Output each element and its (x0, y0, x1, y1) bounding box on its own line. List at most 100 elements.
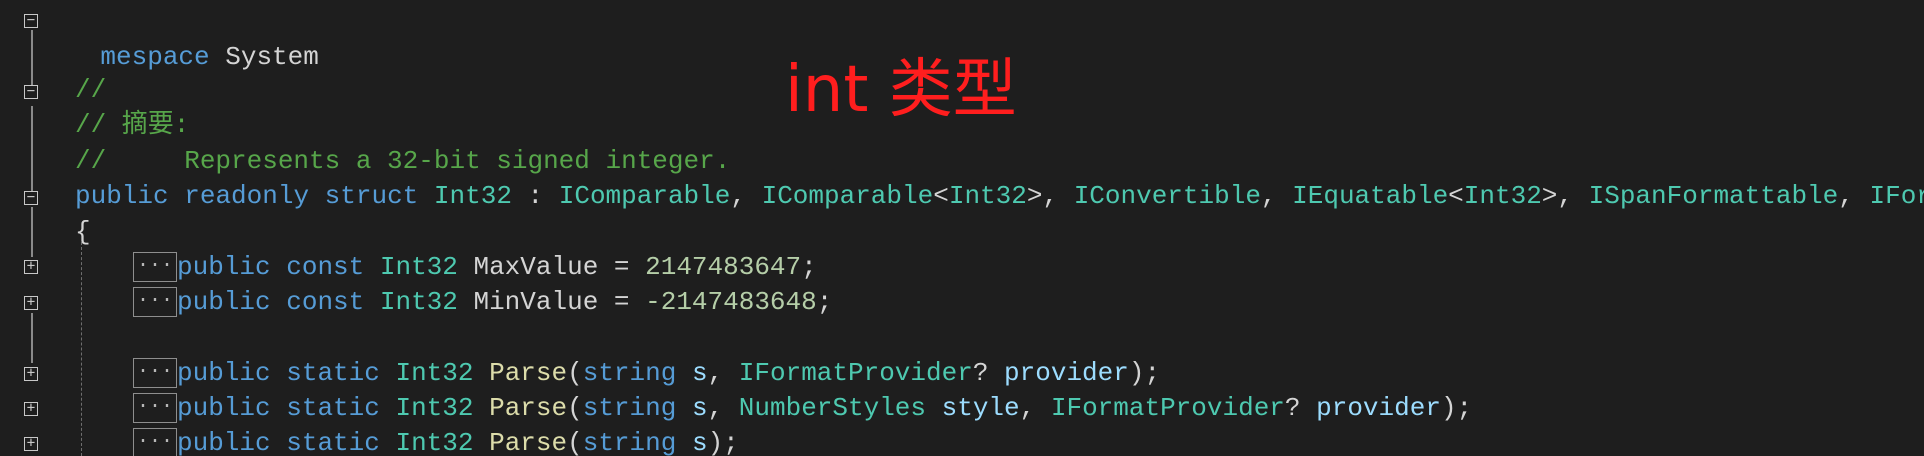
interface-name: IComparable (761, 181, 934, 211)
param-type: NumberStyles (738, 393, 927, 423)
paren: ); (1128, 358, 1161, 388)
interface-name: ISpanFormattable (1588, 181, 1839, 211)
separator: , (1260, 181, 1293, 211)
annotation-title: int 类型 (785, 53, 1017, 127)
struct-keyword: struct (324, 181, 419, 211)
semicolon: ; (816, 287, 833, 317)
code-line-comment-description[interactable]: // Represents a 32-bit signed integer. (75, 144, 730, 179)
angle-bracket: < (933, 181, 949, 211)
public-keyword: public (177, 287, 271, 317)
code-line-parse-style-provider[interactable]: ... public static Int32 Parse(string s, N… (133, 391, 1472, 426)
interface-name: IFormattable (1869, 181, 1924, 211)
paren: ( (567, 358, 583, 388)
collapse-comment-icon[interactable]: − (24, 84, 38, 99)
number-literal: 2147483647 (645, 252, 802, 282)
param-name: style (941, 393, 1020, 423)
number-literal: -2147483648 (645, 287, 817, 317)
type-argument: Int32 (948, 181, 1027, 211)
code-line-comment[interactable]: // (75, 73, 106, 108)
fold-connector (31, 313, 33, 363)
field-name: MinValue = (457, 287, 646, 317)
param-type: string (582, 393, 677, 423)
collapsed-region-marker[interactable]: ... (133, 428, 177, 456)
param-type: IFormatProvider (738, 358, 973, 388)
collapsed-region-marker[interactable]: ... (133, 393, 177, 424)
semicolon: ; (801, 252, 817, 282)
expand-parse-1-icon[interactable]: + (24, 366, 38, 381)
paren: ); (1440, 393, 1473, 423)
param-name: s (691, 428, 708, 456)
param-type: IFormatProvider (1050, 393, 1285, 423)
struct-name: Int32 (433, 181, 512, 211)
fold-connector (31, 207, 33, 257)
separator: , (1042, 181, 1074, 211)
code-line-parse-provider[interactable]: ... public static Int32 Parse(string s, I… (133, 356, 1160, 391)
type-argument: Int32 (1463, 181, 1542, 211)
indent-guide (81, 242, 82, 456)
param-type: string (582, 358, 677, 388)
namespace-keyword: mespace (100, 42, 210, 72)
angle-bracket: < (1448, 181, 1464, 211)
interface-name: IConvertible (1073, 181, 1261, 211)
method-name: Parse (489, 358, 568, 388)
static-keyword: static (286, 393, 380, 423)
collapsed-region-marker[interactable]: ... (133, 287, 177, 318)
code-editor[interactable]: − − − + + + + + mespace System // // 摘要:… (0, 0, 1924, 456)
expand-minvalue-icon[interactable]: + (24, 295, 38, 310)
type-name: Int32 (379, 252, 458, 282)
separator: , (1557, 181, 1589, 211)
static-keyword: static (286, 428, 380, 456)
expand-parse-3-icon[interactable]: + (24, 436, 38, 451)
paren: ( (567, 393, 583, 423)
collapsed-region-marker[interactable]: ... (133, 252, 177, 283)
code-line-minvalue[interactable]: ... public const Int32 MinValue = -214748… (133, 285, 832, 320)
method-name: Parse (489, 428, 568, 456)
return-type: Int32 (395, 358, 474, 388)
code-line-open-brace[interactable]: { (75, 215, 91, 250)
public-keyword: public (177, 393, 271, 423)
param-name: s (691, 393, 708, 423)
collapse-struct-icon[interactable]: − (24, 190, 38, 205)
paren: ( (567, 428, 583, 456)
separator: , (1019, 393, 1051, 423)
param-name: provider (1004, 358, 1129, 388)
method-name: Parse (489, 393, 568, 423)
angle-bracket: > (1541, 181, 1558, 211)
nullable-mark: ? (1284, 393, 1317, 423)
code-line-maxvalue[interactable]: ... public const Int32 MaxValue = 2147483… (133, 250, 817, 285)
nullable-mark: ? (972, 358, 1005, 388)
public-keyword: public (177, 428, 271, 456)
code-line-struct-declaration[interactable]: public readonly struct Int32 : IComparab… (75, 179, 1924, 214)
readonly-keyword: readonly (184, 181, 310, 211)
separator: , (707, 358, 739, 388)
return-type: Int32 (395, 428, 474, 456)
param-name: s (691, 358, 708, 388)
code-line-parse-string[interactable]: ... public static Int32 Parse(string s); (133, 426, 739, 456)
colon: : (511, 181, 559, 211)
interface-name: IEquatable (1292, 181, 1449, 211)
param-type: string (582, 428, 677, 456)
field-name: MaxValue = (457, 252, 646, 282)
angle-bracket: > (1026, 181, 1043, 211)
separator: , (707, 393, 739, 423)
code-line-comment-summary[interactable]: // 摘要: (75, 108, 189, 143)
separator: , (1838, 181, 1870, 211)
collapsed-region-marker[interactable]: ... (133, 358, 177, 389)
const-keyword: const (286, 287, 365, 317)
type-name: Int32 (379, 287, 458, 317)
namespace-name: System (225, 42, 319, 72)
code-line-namespace[interactable]: mespace System (38, 5, 318, 72)
static-keyword: static (286, 358, 380, 388)
collapse-namespace-icon[interactable]: − (24, 13, 38, 28)
public-keyword: public (75, 181, 169, 211)
expand-maxvalue-icon[interactable]: + (24, 259, 38, 274)
expand-parse-2-icon[interactable]: + (24, 401, 38, 416)
param-name: provider (1316, 393, 1441, 423)
return-type: Int32 (395, 393, 474, 423)
public-keyword: public (177, 252, 271, 282)
paren: ); (707, 428, 739, 456)
interface-name: IComparable (558, 181, 731, 211)
public-keyword: public (177, 358, 271, 388)
const-keyword: const (286, 252, 365, 282)
fold-connector (31, 106, 33, 192)
